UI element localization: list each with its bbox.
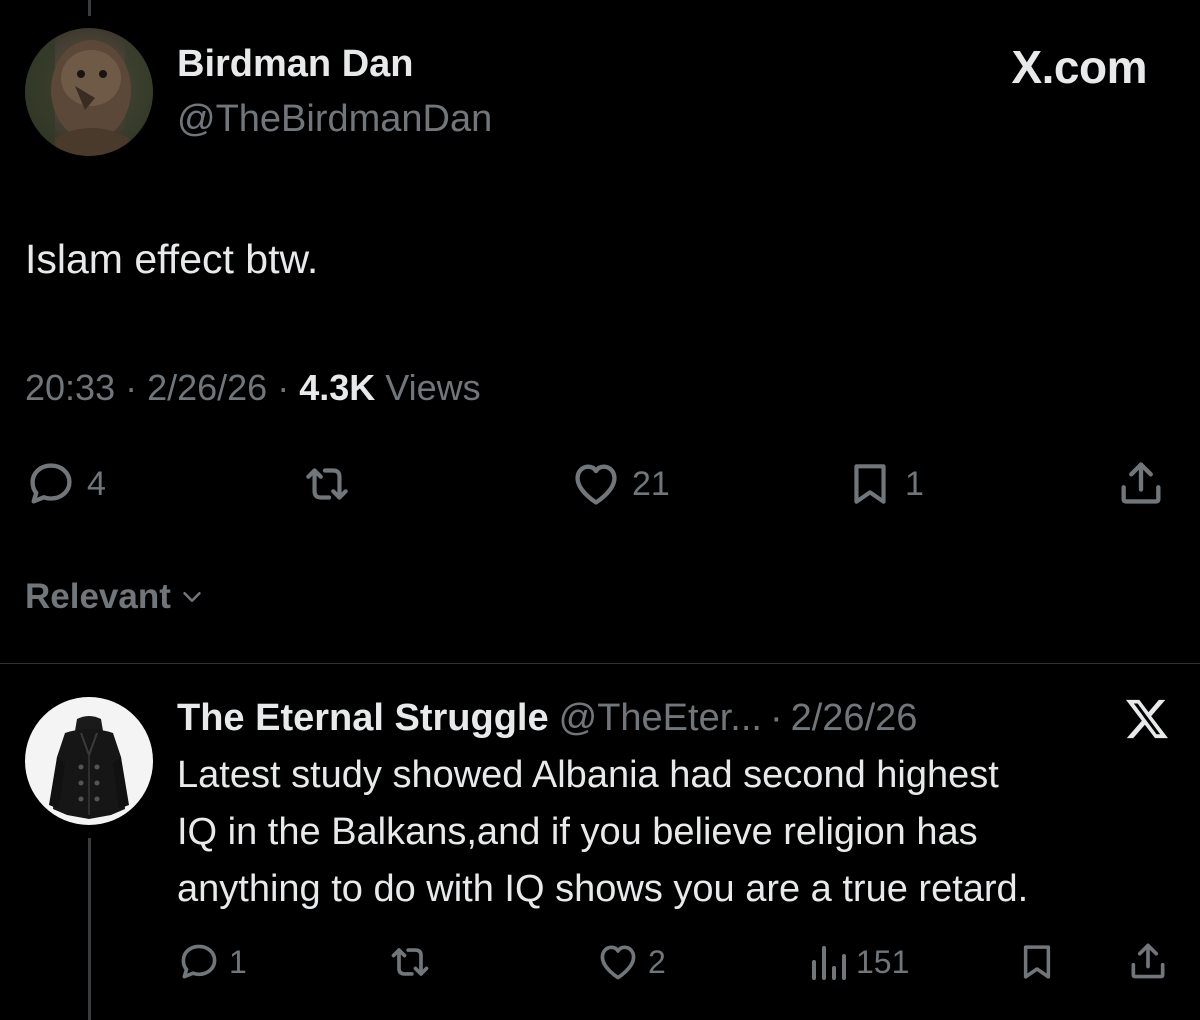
reply-text-line: anything to do with IQ shows you are a t…	[177, 868, 1029, 910]
reply-bubble-icon	[30, 463, 72, 504]
divider	[0, 663, 1200, 664]
share-icon	[1121, 462, 1161, 504]
reply-date[interactable]: 2/26/26	[791, 697, 918, 740]
reply-bookmark-button[interactable]	[1016, 940, 1058, 984]
heart-icon	[575, 464, 617, 505]
heart-icon	[600, 945, 636, 980]
sort-dropdown[interactable]: Relevant	[25, 577, 207, 617]
meta-separator: ·	[125, 367, 138, 408]
retweet-button[interactable]	[300, 458, 354, 510]
reply-author-name[interactable]: The Eternal Struggle	[177, 697, 549, 740]
like-button[interactable]: 21	[570, 458, 670, 510]
bookmark-button[interactable]: 1	[845, 458, 924, 510]
tweet-text: Islam effect btw.	[25, 236, 319, 282]
reply-views-button[interactable]: 151	[808, 940, 909, 984]
reply-bubble-icon	[181, 944, 217, 979]
reply-share-button[interactable]	[1126, 938, 1170, 984]
sort-label: Relevant	[25, 577, 171, 616]
reply-header: The Eternal Struggle @TheEter... · 2/26/…	[177, 697, 925, 740]
bookmark-count: 1	[905, 464, 924, 503]
share-icon	[1131, 943, 1165, 979]
reply-text-line: IQ in the Balkans,and if you believe rel…	[177, 811, 978, 853]
reply-text: Latest study showed Albania had second h…	[177, 747, 1177, 918]
author-handle[interactable]: @TheBirdmanDan	[177, 98, 492, 141]
thread-line-bottom	[88, 838, 91, 1020]
author-avatar[interactable]	[25, 28, 153, 156]
chevron-down-icon	[183, 592, 201, 602]
reply-author-avatar[interactable]	[25, 697, 153, 825]
reply-author-handle[interactable]: @TheEter...	[559, 697, 762, 740]
reply-header-separator: ·	[769, 697, 783, 739]
tweet-meta: 20:33 · 2/26/26 · 4.3K Views	[25, 367, 481, 409]
retweet-icon	[391, 948, 429, 976]
reply-like-count: 2	[648, 943, 666, 980]
x-logo-button[interactable]	[1124, 698, 1170, 740]
views-count: 4.3K	[299, 367, 376, 408]
bookmark-icon	[854, 464, 886, 504]
x-logo-icon	[1126, 699, 1168, 739]
retweet-icon	[306, 468, 348, 500]
reply-button[interactable]: 4	[25, 458, 106, 510]
thread-line-top	[88, 0, 91, 16]
reply-reply-count: 1	[229, 943, 247, 980]
views-label: Views	[385, 367, 481, 408]
views-bar-chart-icon	[812, 946, 846, 980]
meta-separator: ·	[277, 367, 290, 408]
reply-count: 4	[87, 464, 106, 503]
bookmark-icon	[1023, 945, 1051, 979]
reply-retweet-button[interactable]	[386, 940, 434, 984]
reply-views-count: 151	[856, 943, 910, 980]
reply-like-button[interactable]: 2	[596, 940, 666, 984]
reply-reply-button[interactable]: 1	[177, 940, 247, 984]
tweet-date[interactable]: 2/26/26	[147, 367, 267, 409]
like-count: 21	[632, 464, 670, 503]
author-name[interactable]: Birdman Dan	[177, 43, 413, 86]
share-button[interactable]	[1115, 456, 1167, 510]
reply-text-line: Latest study showed Albania had second h…	[177, 754, 999, 796]
site-label: X.com	[1011, 41, 1147, 93]
tweet-time[interactable]: 20:33	[25, 367, 115, 409]
